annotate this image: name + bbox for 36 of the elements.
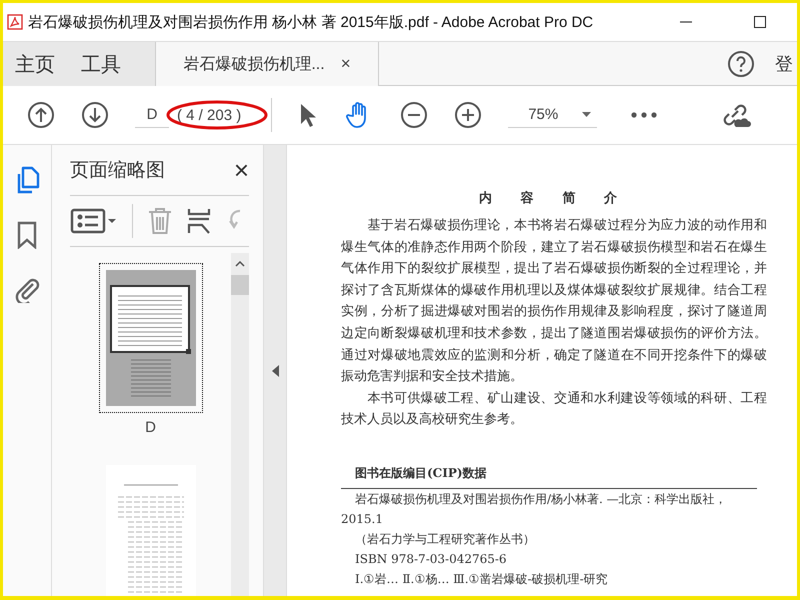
page-heading: 内 容 简 介 — [478, 190, 630, 207]
page-split-icon[interactable] — [187, 207, 211, 235]
cip-text: Ⅰ.①岩… Ⅱ.①杨… Ⅲ.①凿岩爆破-破损机理-研究 — [354, 570, 609, 588]
page-thumbnail[interactable] — [98, 263, 202, 413]
cip-text: 2015.1 — [341, 510, 384, 528]
scroll-up-icon[interactable] — [235, 261, 245, 267]
sign-in-label[interactable]: 登 — [775, 52, 793, 76]
body-paragraph: 本书可供爆破工程、矿山建设、交通和水利建设等领域的科研、工程技术人员以及高校研究生参考。 — [341, 390, 767, 430]
window-title: 岩石爆破损伤机理及对围岩损伤作用 杨小林 著 2015年版.pdf - Adobe Acrobat Pro DC — [28, 12, 594, 32]
more-icon[interactable] — [631, 112, 658, 118]
cip-text: （岩石力学与工程研究著作丛书） — [354, 530, 536, 548]
scrollbar[interactable] — [231, 253, 249, 596]
pdf-app-icon — [7, 14, 23, 30]
cip-text: 岩石爆破损伤机理及对围岩损伤作用/杨小林著. —北京：科学出版社， — [354, 490, 728, 508]
collapse-arrow-icon[interactable] — [272, 364, 278, 376]
scroll-thumb[interactable] — [231, 275, 249, 295]
bookmark-icon[interactable] — [16, 221, 38, 249]
close-tab-button[interactable]: × — [340, 54, 351, 74]
options-list-icon[interactable] — [70, 208, 118, 234]
body-paragraph: 基于岩石爆破损伤理论，本书将岩石爆破过程分为应力波的动作用和爆生气体的准静态作用两个阶段，建立了岩石爆破损伤模型和岩石在爆生气体作用下的裂纹扩展模型，提出了岩石爆破损伤断裂的全过程理论，并探讨了含瓦斯煤体的爆破作用机理以及煤体爆破裂纹扩展规律。结合工程实例，分析了掘进爆破对围岩的损伤作用规律及影响程度，探讨了隧道周边定向断裂爆破机理和技术参数，提出了隧道围岩爆破损伤的评价方法。通过对爆破地震效应的监测和分析，确定了隧道在不同开挖条件下的爆破振动危害判据和安全技术措施。 — [341, 217, 767, 386]
close-panel-button[interactable]: × — [234, 154, 249, 186]
panel-title: 页面缩略图 — [70, 159, 165, 183]
page-count: ( 4 / 203 ) — [177, 106, 242, 124]
next-page-icon[interactable] — [81, 101, 109, 129]
cip-text: ISBN 978-7-03-042765-6 — [354, 550, 508, 568]
thumbnail-label: D — [145, 419, 156, 436]
document-tab[interactable]: 岩石爆破损伤机理... × — [155, 42, 379, 86]
zoom-dropdown[interactable]: 75% — [508, 102, 598, 128]
maximize-icon[interactable] — [753, 15, 767, 29]
previous-page-icon[interactable] — [27, 101, 55, 129]
document-tab-title: 岩石爆破损伤机理... — [183, 54, 325, 74]
zoom-out-icon[interactable] — [400, 101, 428, 129]
help-icon[interactable] — [727, 50, 755, 78]
cip-heading: 图书在版编目(CIP)数据 — [341, 460, 757, 489]
zoom-in-icon[interactable] — [454, 101, 482, 129]
caret-icon — [582, 112, 592, 117]
